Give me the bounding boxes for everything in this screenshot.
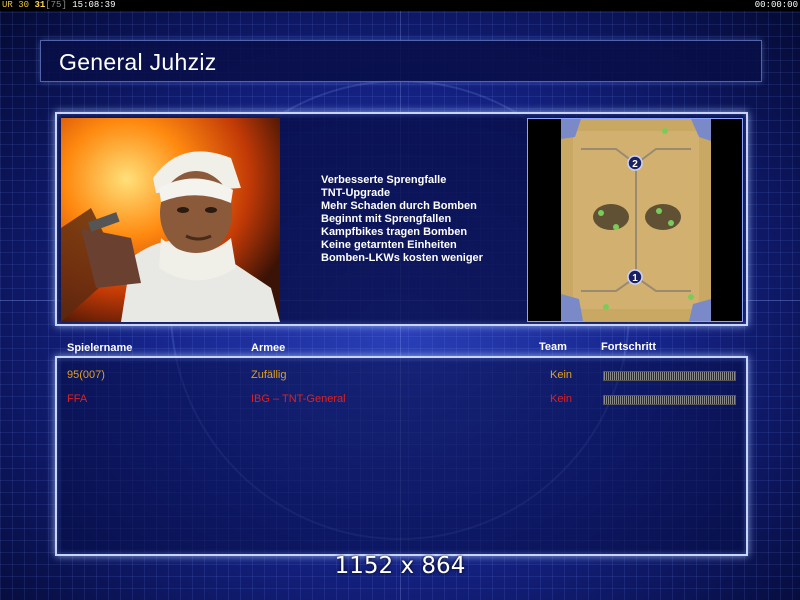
resolution-label: 1152 x 864 xyxy=(334,553,466,579)
player-progress-fill xyxy=(604,396,735,404)
status-ur: UR xyxy=(2,0,13,10)
start-position-1: 1 xyxy=(632,273,638,284)
trait-item: Keine getarnten Einheiten xyxy=(321,239,457,251)
minimap-frame: 2 1 xyxy=(527,118,743,322)
header-progress: Fortschritt xyxy=(601,341,656,353)
trait-item: Bomben-LKWs kosten weniger xyxy=(321,252,483,264)
trait-item: TNT-Upgrade xyxy=(321,187,391,199)
start-position-2: 2 xyxy=(632,159,638,170)
player-progress-bar xyxy=(603,395,736,405)
status-value-30: 30 xyxy=(18,0,30,10)
trait-item: Kampfbikes tragen Bomben xyxy=(321,226,468,238)
minimap-terrain: 2 1 xyxy=(561,119,711,321)
player-team: Kein xyxy=(550,393,573,405)
player-name: FFA xyxy=(67,393,88,405)
trait-item: Beginnt mit Sprengfallen xyxy=(321,213,452,225)
minimap[interactable]: 2 1 xyxy=(561,119,711,321)
trait-item: Verbesserte Sprengfalle xyxy=(321,174,447,186)
page-title: General Juhziz xyxy=(59,49,217,75)
status-bar: UR 30 31[75] 15:08:39 00:00:00 xyxy=(0,0,800,11)
general-portrait xyxy=(61,118,280,322)
status-value-31: 31 xyxy=(34,0,46,10)
status-timer: 00:00:00 xyxy=(754,0,798,10)
title-bar: General Juhziz xyxy=(40,40,762,82)
player-name: 95(007) xyxy=(67,369,105,381)
header-army: Armee xyxy=(251,342,286,354)
player-army: Zufällig xyxy=(251,369,287,381)
table-row: 95(007) Zufällig Kein xyxy=(57,367,746,383)
trait-item: Mehr Schaden durch Bomben xyxy=(321,200,477,212)
player-team: Kein xyxy=(550,369,573,381)
general-traits-list: Verbesserte Sprengfalle TNT-Upgrade Mehr… xyxy=(321,174,483,265)
general-info-panel: Verbesserte Sprengfalle TNT-Upgrade Mehr… xyxy=(55,112,748,326)
status-left: UR 30 31[75] 15:08:39 xyxy=(2,0,115,11)
player-army: IBG – TNT-General xyxy=(251,393,346,405)
player-progress-fill xyxy=(604,372,735,380)
status-bracket: [75] xyxy=(45,0,67,10)
player-progress-bar xyxy=(603,371,736,381)
general-portrait-image xyxy=(61,118,280,322)
header-player-name: Spielername xyxy=(67,342,133,354)
table-row: FFA IBG – TNT-General Kein xyxy=(57,391,746,407)
header-team: Team xyxy=(539,341,567,353)
players-table: 95(007) Zufällig Kein FFA IBG – TNT-Gene… xyxy=(55,356,748,556)
status-clock: 15:08:39 xyxy=(72,0,116,10)
